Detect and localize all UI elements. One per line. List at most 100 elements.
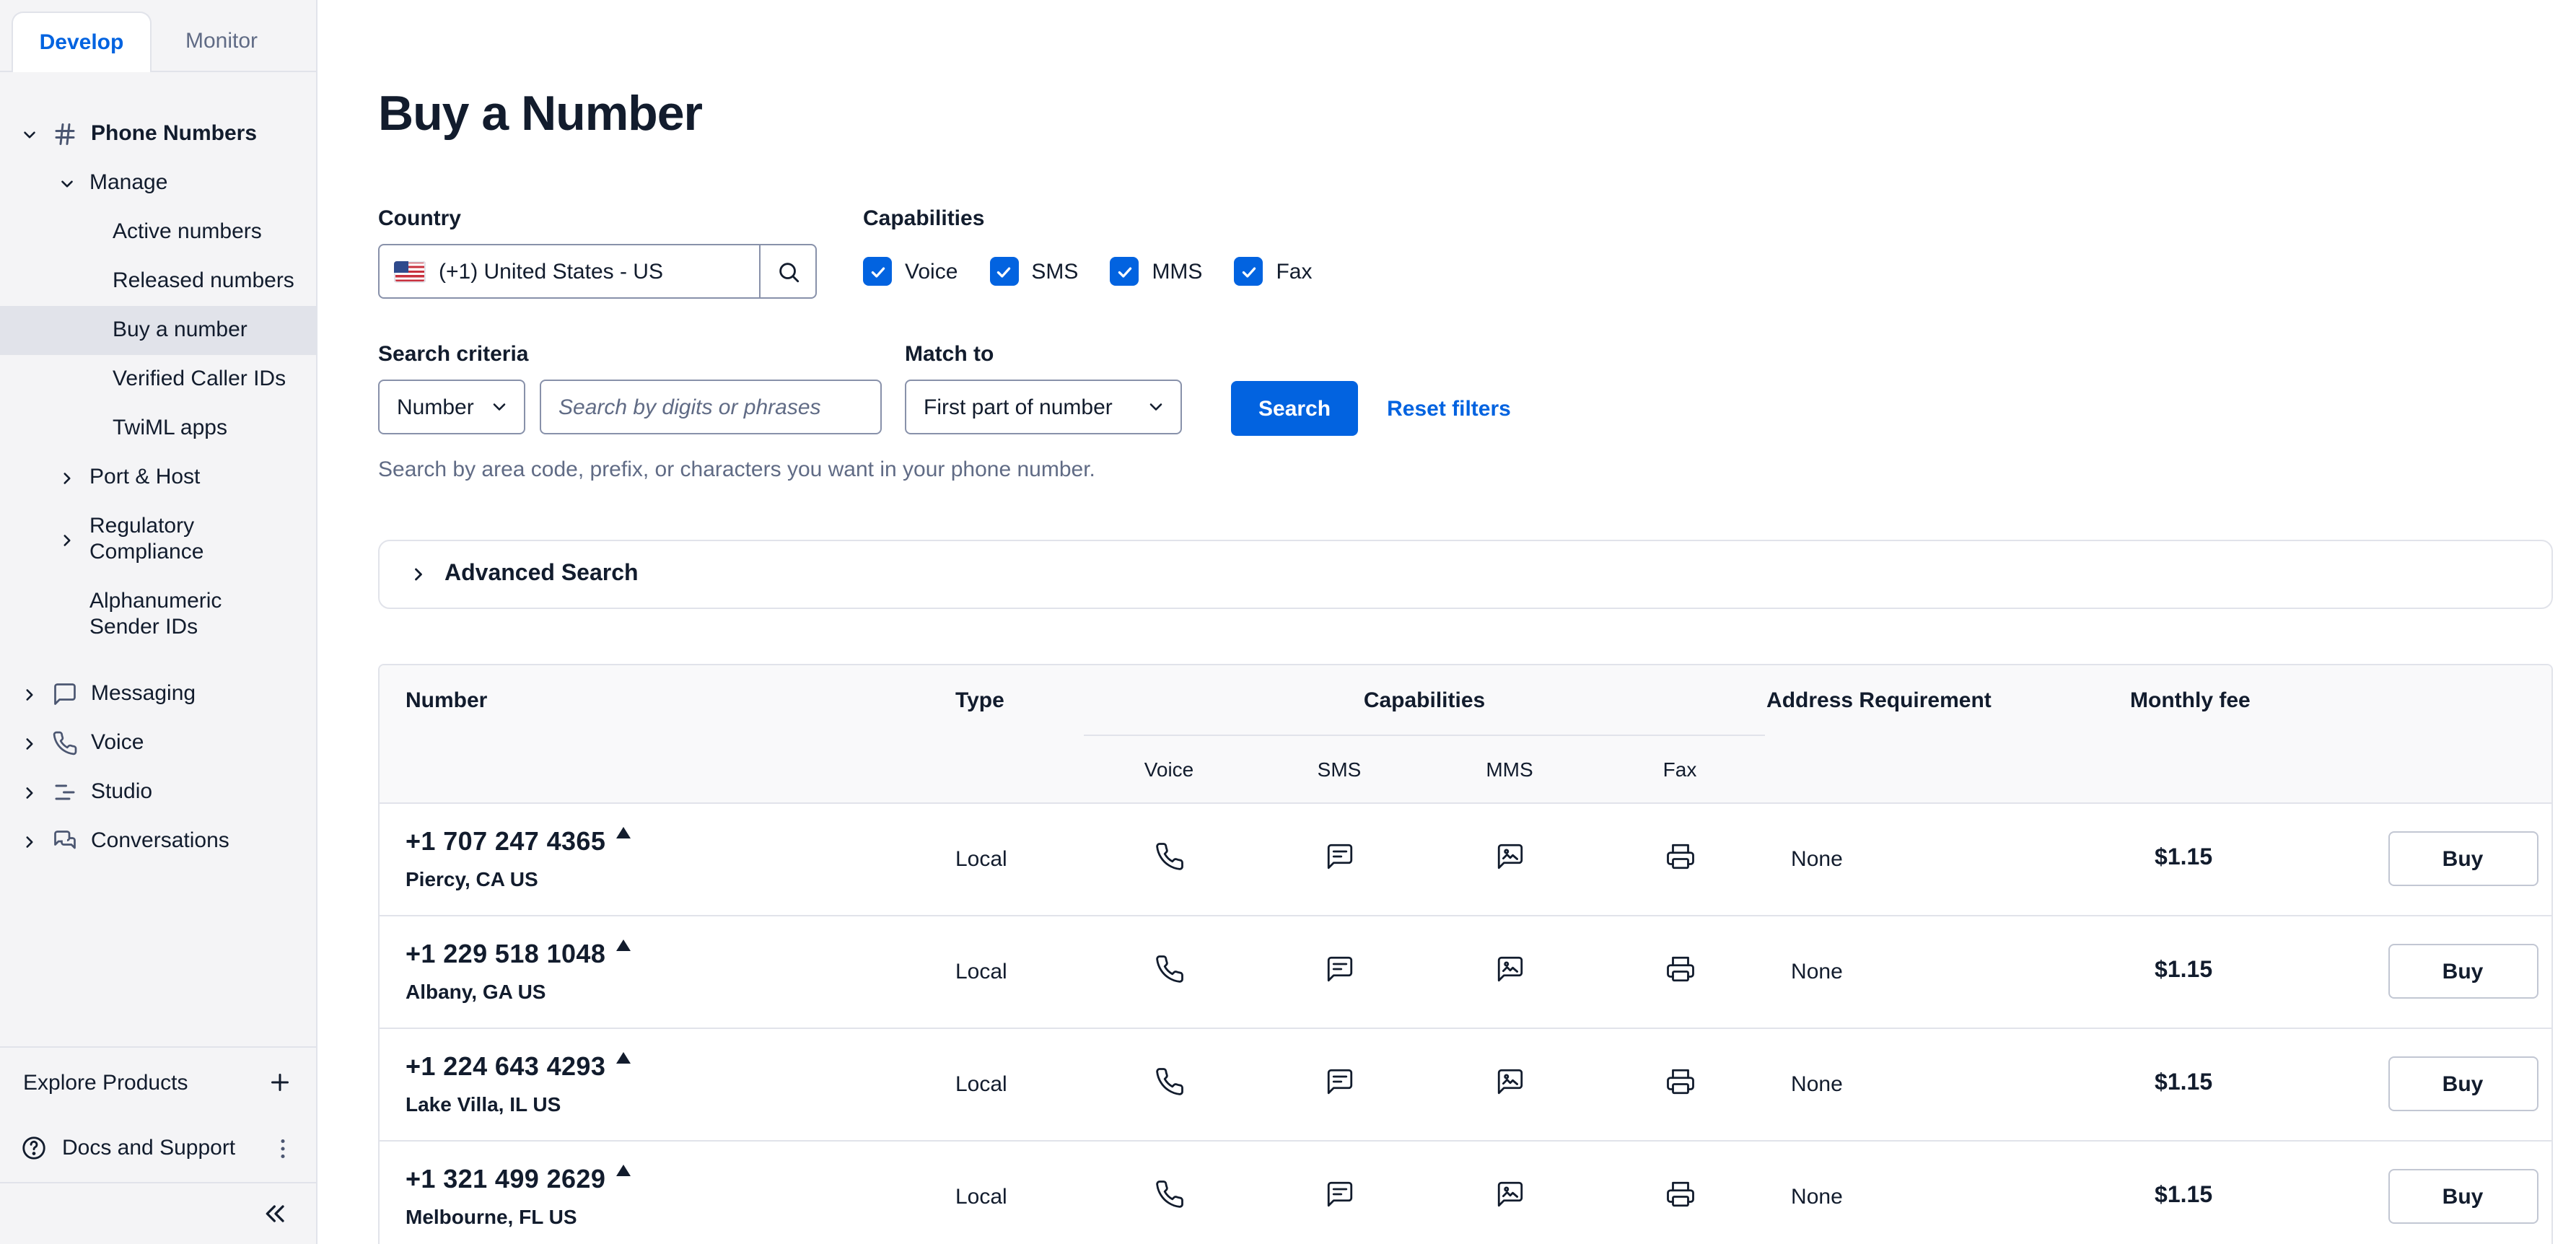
sidebar-item-label: TwiML apps [113, 416, 227, 442]
type-cell: Local [954, 802, 1084, 915]
caret-up-icon [615, 827, 630, 838]
sidebar-item-active-numbers[interactable]: Active numbers [0, 208, 316, 257]
chevron-down-icon [1146, 397, 1166, 417]
checkbox-checked-icon[interactable] [989, 257, 1018, 286]
sidebar-item-released-numbers[interactable]: Released numbers [0, 257, 316, 306]
filters-row-2: Search criteria Number Match to First pa… [378, 342, 2553, 436]
buy-button[interactable]: Buy [2388, 831, 2538, 886]
message-bubble-icon [52, 681, 78, 707]
explore-products-label: Explore Products [23, 1070, 188, 1095]
subcol-mms: MMS [1424, 735, 1595, 802]
advanced-search-toggle[interactable]: Advanced Search [378, 540, 2553, 609]
sidebar-item-label: Verified Caller IDs [113, 367, 286, 393]
table-row: +1 224 643 4293 Lake Villa, IL US Local … [380, 1028, 2551, 1140]
match-to-select[interactable]: First part of number [905, 380, 1182, 434]
country-select[interactable]: (+1) United States - US [378, 244, 817, 299]
checkbox-label: MMS [1152, 259, 1202, 284]
docs-and-support-label: Docs and Support [62, 1136, 235, 1160]
app-root: Develop Monitor Phone Numbers Manage Act… [0, 0, 2576, 1244]
caret-up-icon [615, 1165, 630, 1176]
checkbox-voice[interactable]: Voice [863, 257, 958, 286]
sidebar-item-label: Port & Host [89, 465, 200, 491]
col-header-type: Type [954, 665, 1084, 802]
table-row: +1 321 499 2629 Melbourne, FL US Local N… [380, 1140, 2551, 1244]
phone-number: +1 229 518 1048 [406, 939, 605, 970]
buy-button[interactable]: Buy [2388, 944, 2538, 999]
sidebar-item-buy-a-number[interactable]: Buy a number [0, 306, 316, 355]
page-title: Buy a Number [378, 87, 2553, 143]
monthly-fee-cell: $1.15 [2129, 915, 2374, 1028]
sidebar-item-label: Regulatory Compliance [89, 514, 260, 566]
subcol-sms: SMS [1254, 735, 1424, 802]
sidebar-item-studio[interactable]: Studio [0, 768, 316, 817]
sidebar-item-alphanumeric-sender-ids[interactable]: Alphanumeric Sender IDs [0, 577, 316, 652]
number-cell: +1 229 518 1048 Albany, GA US [380, 915, 954, 1028]
voice-capability-icon [1154, 953, 1184, 984]
search-actions: Search Reset filters [1231, 342, 1511, 436]
checkbox-mms[interactable]: MMS [1110, 257, 1202, 286]
fax-capability-icon [1665, 1066, 1695, 1096]
buy-button[interactable]: Buy [2388, 1056, 2538, 1111]
location: Piercy, CA US [406, 867, 952, 890]
sidebar-item-manage[interactable]: Manage [0, 159, 316, 208]
checkbox-label: Fax [1276, 259, 1312, 284]
explore-products[interactable]: Explore Products [0, 1048, 316, 1117]
address-requirement-cell: None [1765, 802, 2129, 915]
col-header-number: Number [380, 665, 954, 802]
buy-button[interactable]: Buy [2388, 1169, 2538, 1224]
docs-and-support[interactable]: Docs and Support [0, 1117, 316, 1182]
sidebar-item-verified-caller-ids[interactable]: Verified Caller IDs [0, 355, 316, 404]
search-input[interactable] [540, 380, 882, 434]
sms-capability-icon [1324, 1178, 1354, 1209]
sidebar-item-port-and-host[interactable]: Port & Host [0, 453, 316, 502]
advanced-search-label: Advanced Search [444, 561, 639, 587]
chevron-right-icon [58, 530, 76, 549]
address-requirement-cell: None [1765, 1028, 2129, 1140]
chevron-right-icon [20, 783, 39, 802]
monthly-fee-cell: $1.15 [2129, 1028, 2374, 1140]
sidebar-nav: Phone Numbers Manage Active numbers Rele… [0, 72, 316, 1046]
tab-monitor[interactable]: Monitor [152, 12, 292, 71]
country-select-value[interactable]: (+1) United States - US [380, 245, 759, 297]
checkbox-sms[interactable]: SMS [989, 257, 1078, 286]
voice-capability-icon [1154, 841, 1184, 871]
search-criteria-group: Search criteria Number [378, 342, 882, 434]
sidebar-item-conversations[interactable]: Conversations [0, 817, 316, 866]
checkbox-checked-icon[interactable] [1110, 257, 1139, 286]
type-cell: Local [954, 915, 1084, 1028]
sms-capability-icon [1324, 1066, 1354, 1096]
country-search-button[interactable] [759, 245, 815, 297]
chevron-down-icon [58, 174, 76, 193]
kebab-menu-icon[interactable] [270, 1135, 296, 1161]
location: Lake Villa, IL US [406, 1092, 952, 1116]
checkbox-checked-icon[interactable] [863, 257, 892, 286]
question-circle-icon [20, 1134, 48, 1162]
criteria-select[interactable]: Number [378, 380, 525, 434]
sidebar-item-regulatory-compliance[interactable]: Regulatory Compliance [0, 502, 316, 577]
capabilities-label: Capabilities [863, 206, 1312, 231]
sidebar-item-label: Alphanumeric Sender IDs [89, 589, 260, 641]
checkbox-fax[interactable]: Fax [1234, 257, 1312, 286]
search-criteria-label: Search criteria [378, 342, 882, 367]
sidebar-item-twiml-apps[interactable]: TwiML apps [0, 404, 316, 453]
reset-filters-link[interactable]: Reset filters [1387, 396, 1511, 421]
collapse-sidebar-icon[interactable] [261, 1199, 290, 1228]
type-cell: Local [954, 1028, 1084, 1140]
plus-icon[interactable] [267, 1069, 293, 1095]
search-button[interactable]: Search [1231, 381, 1358, 436]
sidebar-item-label: Manage [89, 170, 167, 196]
voice-capability-icon [1154, 1178, 1184, 1209]
checkbox-checked-icon[interactable] [1234, 257, 1263, 286]
chevron-down-icon [489, 397, 509, 417]
mms-capability-icon [1494, 1178, 1525, 1209]
sidebar-item-phone-numbers[interactable]: Phone Numbers [0, 110, 316, 159]
tab-develop[interactable]: Develop [12, 12, 152, 72]
col-header-fee: Monthly fee [2129, 665, 2374, 802]
col-header-capabilities: Capabilities [1084, 665, 1765, 735]
criteria-select-value: Number [397, 395, 474, 419]
phone-number: +1 707 247 4365 [406, 827, 605, 857]
sidebar-item-messaging[interactable]: Messaging [0, 670, 316, 719]
hash-icon [52, 121, 78, 147]
sidebar-item-voice[interactable]: Voice [0, 719, 316, 768]
type-cell: Local [954, 1140, 1084, 1244]
